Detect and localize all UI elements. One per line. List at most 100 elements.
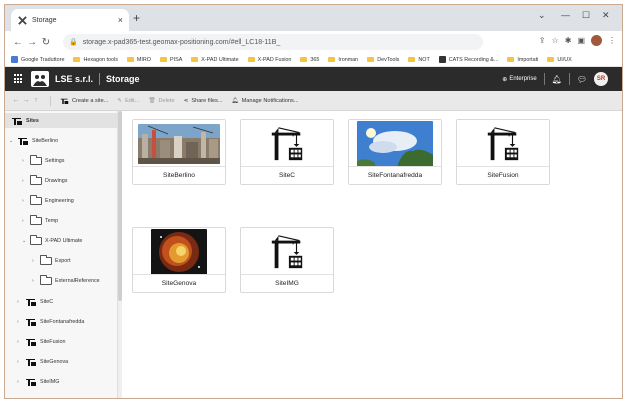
menu-icon[interactable]: ⋮ [608, 36, 616, 45]
reload-icon[interactable]: ↻ [39, 37, 53, 48]
chevron-right-icon[interactable]: › [17, 379, 22, 385]
share-files-button[interactable]: ⋖ Share files... [184, 98, 223, 104]
site-card-sitegenova[interactable]: SiteGenova [132, 227, 226, 293]
close-window-icon[interactable]: ✕ [602, 10, 610, 21]
chevron-right-icon[interactable]: › [22, 198, 27, 204]
chevron-right-icon[interactable]: › [32, 258, 37, 264]
chevron-right-icon[interactable]: › [22, 158, 27, 164]
tab-search-icon[interactable]: ⌄ [538, 10, 546, 21]
notifications-bell-icon[interactable]: 🔔︎ [552, 75, 562, 84]
tree-item-drawings[interactable]: › Drawings [22, 175, 67, 185]
tree-item-siteberlino[interactable]: ⌄ SiteBerlino [9, 136, 58, 146]
chevron-right-icon[interactable]: › [17, 299, 22, 305]
site-card-sitec[interactable]: SiteC [240, 119, 334, 185]
site-card-label: SiteFontanafredda [349, 166, 441, 184]
bookmark[interactable]: 365 [300, 57, 319, 63]
close-tab-icon[interactable]: × [118, 15, 123, 25]
tree-root-sites[interactable]: Sites [5, 113, 117, 128]
chevron-right-icon[interactable]: › [17, 359, 22, 365]
sidebar-scrollbar[interactable] [118, 111, 122, 398]
minimize-icon[interactable]: — [561, 10, 570, 20]
chevron-right-icon[interactable]: › [22, 178, 27, 184]
profile-avatar[interactable] [591, 35, 602, 46]
cats-icon [438, 56, 446, 63]
sites-tree: Sites ⌄ SiteBerlino › Settings › Drawing… [5, 111, 118, 398]
bookmark[interactable]: Importati [507, 57, 538, 63]
bookmark[interactable]: UI/UX [547, 57, 572, 63]
tree-item-sitegenova[interactable]: › SiteGenova [17, 357, 68, 367]
chevron-right-icon[interactable]: › [17, 339, 22, 345]
city-photo-thumbnail [133, 120, 225, 168]
site-icon [11, 116, 23, 126]
bookmark[interactable]: MIRO [126, 57, 151, 63]
bookmark[interactable]: Google Traduttore [11, 56, 64, 63]
back-icon[interactable]: ← [11, 37, 25, 48]
tree-item-siteimg[interactable]: › SiteIMG [17, 377, 59, 387]
bookmark[interactable]: NOT [408, 57, 430, 63]
site-card-label: SiteC [241, 166, 333, 184]
extensions-icon[interactable]: ✱ [565, 36, 572, 45]
sidepanel-icon[interactable]: ▣ [577, 36, 585, 45]
star-icon[interactable]: ☆ [552, 36, 559, 45]
site-card-siteberlino[interactable]: SiteBerlino [132, 119, 226, 185]
forward-icon[interactable]: → [25, 37, 39, 48]
delete-button[interactable]: 🗑︎ Delete [148, 98, 174, 104]
tree-item-settings[interactable]: › Settings [22, 155, 64, 165]
tree-item-xpad-ultimate[interactable]: ⌄ X-PAD Ultimate [22, 235, 82, 245]
enterprise-icon: ⊕ [502, 76, 508, 83]
tree-item-sitefontanafredda[interactable]: › SiteFontanafredda [17, 317, 84, 327]
bookmark[interactable]: X-PAD Ultimate [191, 57, 239, 63]
tree-item-engineering[interactable]: › Engineering [22, 195, 74, 205]
folder-icon [367, 57, 375, 62]
site-favicon-icon [17, 15, 27, 25]
app-launcher-icon[interactable] [14, 74, 24, 84]
folder-icon [408, 57, 416, 62]
site-card-sitefusion[interactable]: SiteFusion [456, 119, 550, 185]
bookmark[interactable]: X-PAD Fusion [247, 57, 291, 63]
app-title: Storage [106, 74, 140, 84]
folder-icon [40, 275, 52, 285]
edit-icon: ✎ [117, 97, 123, 104]
tree-item-sitec[interactable]: › SiteC [17, 297, 53, 307]
url-field[interactable]: 🔒 storage.x-pad365-test.geomax-positioni… [63, 34, 483, 50]
chevron-down-icon[interactable]: ⌄ [22, 238, 27, 244]
chat-icon[interactable]: 💬︎ [577, 75, 587, 84]
scrollbar-thumb[interactable] [118, 111, 122, 301]
site-card-siteimg[interactable]: SiteIMG [240, 227, 334, 293]
bookmark[interactable]: CATS Recording &... [438, 56, 498, 63]
tree-item-externalreference[interactable]: › ExternalReference [32, 275, 100, 285]
browser-tab[interactable]: Storage × [11, 9, 129, 31]
tree-item-sitefusion[interactable]: › SiteFusion [17, 337, 65, 347]
tree-item-export[interactable]: › Export [32, 255, 71, 265]
nav-forward-icon[interactable]: → [21, 97, 31, 104]
chevron-down-icon[interactable]: ⌄ [9, 138, 14, 144]
new-tab-icon[interactable]: + [133, 11, 140, 25]
folder-icon [30, 155, 42, 165]
bookmark[interactable]: DevTools [367, 57, 399, 63]
manage-notifications-button[interactable]: 🔔︎ Manage Notifications... [231, 98, 298, 104]
maximize-icon[interactable]: ☐ [582, 10, 590, 21]
user-avatar[interactable]: SR [594, 72, 608, 86]
folder-icon [30, 235, 42, 245]
bookmark[interactable]: Ironman [328, 57, 358, 63]
chevron-right-icon[interactable]: › [17, 319, 22, 325]
chevron-right-icon[interactable]: › [32, 278, 37, 284]
share-icon[interactable]: ⇪ [539, 36, 546, 45]
enterprise-badge[interactable]: ⊕ Enterprise [502, 76, 536, 83]
folder-icon [191, 57, 199, 62]
chevron-right-icon[interactable]: › [22, 218, 27, 224]
browser-window: Storage × + ⌄ — ☐ ✕ ← → ↻ 🔒 storage.x-pa… [4, 4, 623, 399]
site-card-sitefontanafredda[interactable]: SiteFontanafredda [348, 119, 442, 185]
create-site-button[interactable]: Create a site... [60, 97, 108, 105]
folder-icon [30, 195, 42, 205]
bookmark[interactable]: PISA [160, 57, 182, 63]
edit-button[interactable]: ✎ Edit... [117, 98, 139, 104]
tree-item-temp[interactable]: › Temp [22, 215, 58, 225]
folder-icon [300, 57, 308, 62]
nav-back-icon[interactable]: ← [11, 97, 21, 104]
trash-icon: 🗑︎ [148, 97, 156, 104]
crane-icon [457, 120, 549, 168]
bookmark[interactable]: Hexagon tools [73, 57, 118, 63]
sites-grid: SiteBerlino SiteC SiteFontanafredda Site… [123, 111, 622, 398]
nav-up-icon[interactable]: ↑ [31, 97, 41, 104]
